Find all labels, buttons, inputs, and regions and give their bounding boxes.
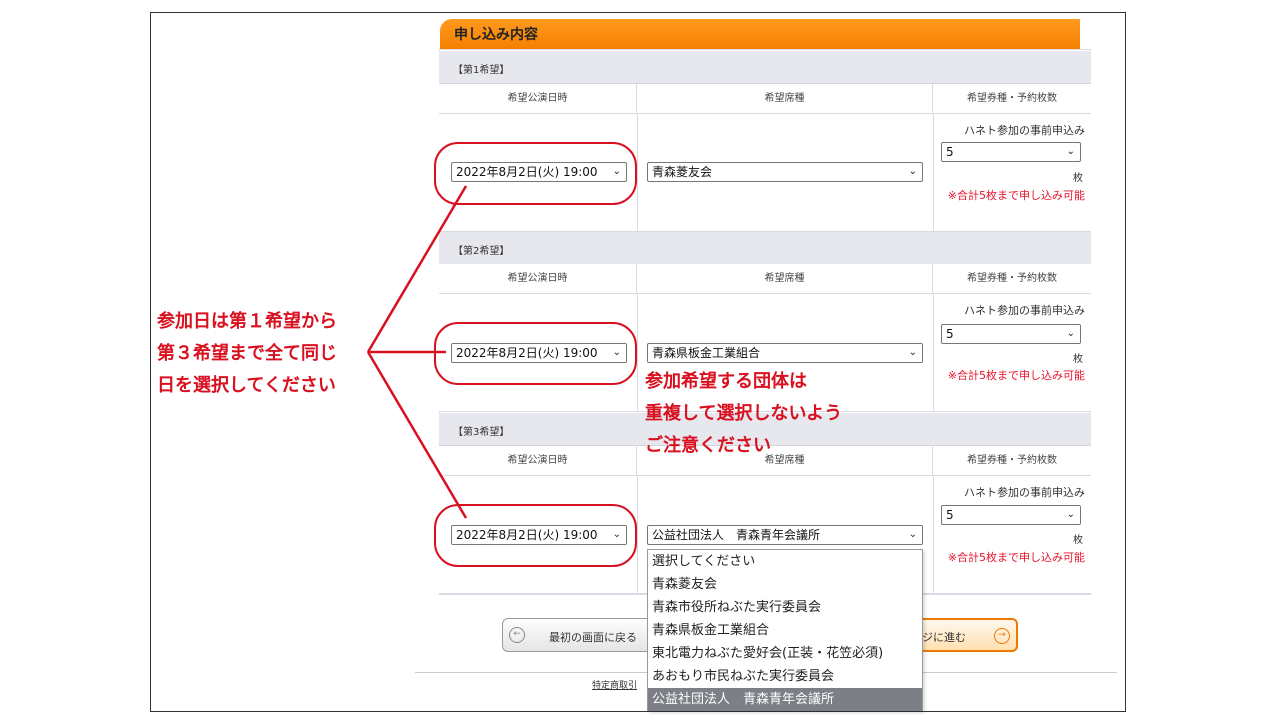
annotation-no-duplicate: 参加希望する団体は 重複して選択しないよう ご注意ください bbox=[645, 371, 843, 456]
annotation-same-date: 参加日は第１希望から 第３希望まで全て同じ 日を選択してください bbox=[157, 311, 337, 396]
